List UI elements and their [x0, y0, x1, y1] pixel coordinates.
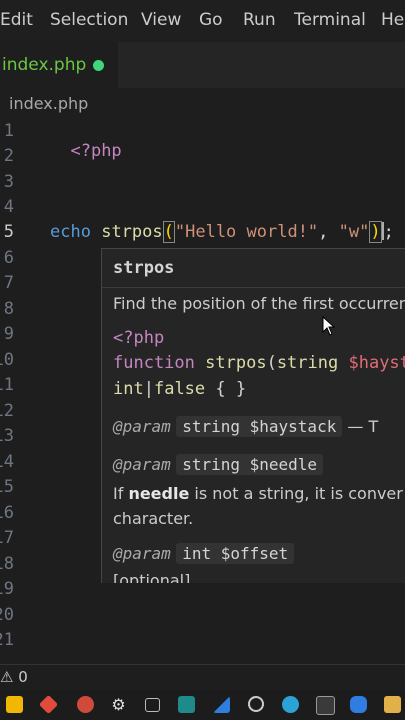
php-open-tag: <?php	[70, 141, 122, 161]
menu-terminal[interactable]: Terminal	[294, 10, 366, 30]
line-number: 18	[0, 554, 14, 574]
offset-optional-text: [optional]	[113, 571, 191, 583]
git-icon[interactable]	[38, 694, 59, 715]
problems-count[interactable]: ⚠ 0	[0, 668, 28, 686]
line-number: 21	[0, 630, 14, 650]
line-number: 20	[0, 605, 14, 625]
tab-index-php[interactable]: index.php	[0, 42, 118, 88]
app-icon-gray[interactable]	[316, 696, 335, 715]
signature-body: { }	[205, 379, 247, 399]
line-number: 10	[0, 350, 14, 370]
line-number: 14	[0, 452, 14, 472]
clock-icon[interactable]	[248, 696, 264, 712]
param-offset: @param int $offset	[113, 543, 295, 564]
needle-description: If needle is not a string, it is conver	[113, 484, 403, 504]
line-number: 17	[0, 528, 14, 548]
tab-label: index.php	[2, 55, 87, 75]
app-icon-red[interactable]	[77, 696, 94, 713]
needle-desc-suffix: is not a string, it is conver	[189, 484, 403, 503]
edge-browser-icon[interactable]	[282, 696, 299, 713]
echo-keyword: echo	[50, 222, 91, 242]
needle-desc-bold: needle	[128, 484, 190, 503]
line-number: 11	[0, 375, 14, 395]
app-icon-yellow[interactable]	[384, 696, 401, 713]
hover-title: strpos	[113, 258, 175, 278]
line-number: 9	[3, 324, 14, 344]
signature-paren: (	[266, 353, 277, 373]
param-tag: @param	[113, 544, 171, 563]
line-number: 15	[0, 477, 14, 497]
menu-selection[interactable]: Selection	[50, 10, 128, 30]
signature-name: strpos	[205, 353, 267, 373]
hover-header: strpos	[102, 249, 405, 288]
signature-php-tag: <?php	[113, 328, 164, 348]
function-keyword: function	[113, 353, 195, 373]
needle-description-line2: character.	[113, 509, 193, 529]
param-code: string $needle	[176, 454, 324, 475]
param-text: — T	[342, 417, 379, 436]
line-number: 6	[3, 248, 14, 268]
mouse-pointer-icon	[322, 316, 336, 336]
hover-description: Find the position of the first occurrenc…	[113, 294, 405, 313]
signature-line-1: function strpos(string $hayst	[113, 353, 405, 373]
semicolon: ;	[383, 222, 394, 242]
menu-help[interactable]: Help	[381, 10, 405, 30]
function-call-strpos: strpos	[101, 222, 163, 242]
app-icon-teal[interactable]	[178, 696, 195, 713]
menu-run[interactable]: Run	[243, 10, 276, 30]
code-line-5[interactable]: echo strpos("Hello world!", "w");	[50, 221, 394, 243]
line-number: 7	[3, 273, 14, 293]
tab-bar: index.php	[0, 42, 405, 88]
param-tag: @param	[113, 455, 171, 474]
line-number: 16	[0, 503, 14, 523]
line-number: 13	[0, 426, 14, 446]
close-paren: )	[369, 221, 382, 243]
gear-icon[interactable]: ⚙	[110, 696, 127, 713]
param-code: string $haystack	[176, 416, 343, 437]
string-arg-needle: "w"	[338, 222, 370, 242]
offset-optional: [optional]	[113, 571, 190, 583]
return-type-false: false	[153, 379, 206, 399]
param-code: int $offset	[176, 543, 295, 564]
param-tag: @param	[113, 417, 171, 436]
param-var: $hayst	[348, 353, 405, 373]
param-needle: @param string $needle	[113, 454, 324, 475]
file-explorer-icon[interactable]	[6, 696, 23, 713]
param-haystack: @param string $haystack — T	[113, 416, 379, 437]
hover-documentation-popup[interactable]: strpos Find the position of the first oc…	[101, 248, 405, 583]
line-number: 1	[3, 121, 14, 141]
line-number: 3	[3, 172, 14, 192]
menu-bar: Edit Selection View Go Run Terminal Help	[0, 0, 405, 42]
needle-desc-prefix: If	[113, 484, 129, 503]
line-number: 8	[3, 299, 14, 319]
taskbar: ⚙	[0, 690, 405, 720]
menu-go[interactable]: Go	[199, 10, 223, 30]
signature-line-2: int|false { }	[113, 379, 246, 399]
line-number: 2	[3, 146, 14, 166]
code-line-1[interactable]: <?php	[50, 121, 122, 161]
menu-edit[interactable]: Edit	[0, 10, 33, 30]
line-number: 12	[0, 401, 14, 421]
needle-desc-line2: character.	[113, 509, 194, 528]
return-type-int: int	[113, 379, 144, 399]
unsaved-dot-icon[interactable]	[93, 60, 104, 71]
comma: ,	[318, 222, 339, 242]
line-number: 4	[3, 197, 14, 217]
status-bar: ⚠ 0	[0, 664, 405, 691]
line-number: 19	[0, 579, 14, 599]
open-paren: (	[162, 221, 175, 243]
string-arg-haystack: "Hello world!"	[174, 222, 319, 242]
menu-view[interactable]: View	[141, 10, 181, 30]
breadcrumb[interactable]: index.php	[9, 94, 88, 113]
line-number-active: 5	[3, 222, 14, 242]
app-icon-chat[interactable]	[350, 696, 367, 713]
app-icon-blue[interactable]	[213, 696, 230, 713]
php-open-tag: <?php	[113, 328, 165, 348]
type-union-pipe: |	[143, 379, 154, 399]
terminal-icon[interactable]	[145, 698, 160, 712]
param-type: string	[276, 353, 339, 373]
